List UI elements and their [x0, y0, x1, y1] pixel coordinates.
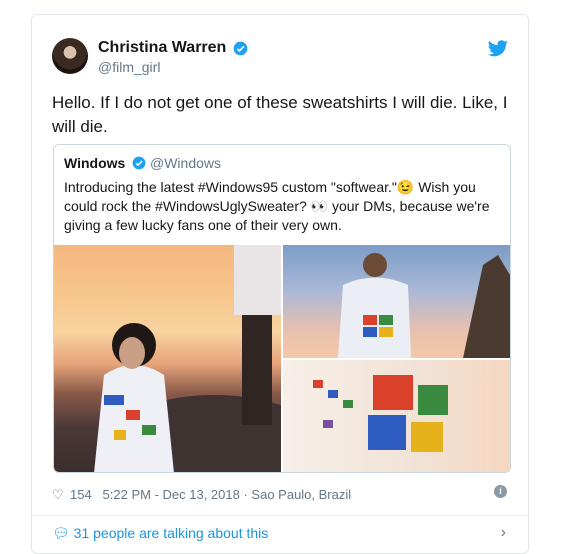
- photo-illustration: [94, 245, 281, 472]
- like-count[interactable]: 154: [70, 487, 92, 502]
- quoted-author-name[interactable]: Windows: [64, 155, 125, 171]
- divider: [32, 515, 528, 516]
- conversation-link[interactable]: 💬︎ 31 people are talking about this: [52, 525, 268, 542]
- comment-icon: 💬︎: [52, 525, 70, 541]
- tweet-text: Hello. If I do not get one of these swea…: [52, 93, 508, 136]
- photo-man-sweater[interactable]: [283, 245, 510, 358]
- conversation-label: 31 people are talking about this: [73, 525, 269, 541]
- quoted-author-handle[interactable]: @Windows: [150, 155, 221, 171]
- quoted-tweet[interactable]: Windows @Windows Introducing the latest …: [53, 144, 511, 473]
- verified-icon: [132, 156, 146, 170]
- tweet-card: Christina Warren @film_girl Hello. If I …: [31, 14, 529, 554]
- avatar[interactable]: [52, 38, 88, 74]
- tweet-meta: ♡ 154 5:22 PM - Dec 13, 2018 · Sao Paulo,…: [52, 487, 352, 503]
- location[interactable]: Sao Paulo, Brazil: [251, 487, 351, 502]
- media-grid: [54, 245, 510, 472]
- chevron-right-icon[interactable]: ›: [501, 524, 506, 542]
- author-handle[interactable]: @film_girl: [98, 59, 160, 75]
- photo-illustration: [338, 253, 510, 358]
- twitter-bird-icon[interactable]: [488, 40, 508, 57]
- photo-illustration: [313, 375, 448, 452]
- author-name[interactable]: Christina Warren: [98, 39, 226, 57]
- info-icon[interactable]: i: [494, 485, 507, 498]
- timestamp[interactable]: 5:22 PM - Dec 13, 2018: [103, 487, 240, 502]
- quoted-text: Introducing the latest #Windows95 custom…: [64, 179, 490, 233]
- verified-icon: [233, 41, 248, 56]
- photo-woman-sweater[interactable]: [54, 245, 281, 472]
- photo-sweater-closeup[interactable]: [283, 360, 510, 472]
- heart-icon[interactable]: ♡: [52, 487, 66, 503]
